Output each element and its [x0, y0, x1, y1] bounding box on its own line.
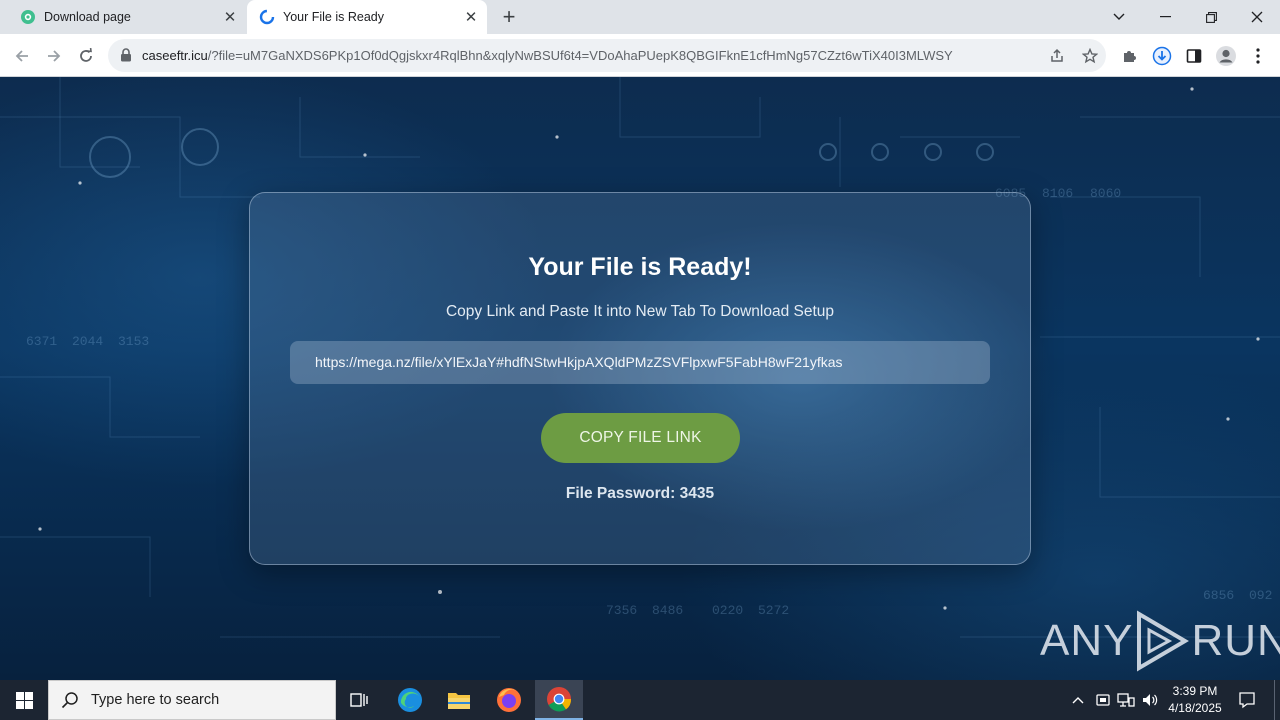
file-link-field[interactable]: https://mega.nz/file/xYlExJaY#hdfNStwHkj…	[290, 341, 990, 384]
tab-title: Your File is Ready	[283, 10, 384, 24]
url-host: caseeftr.icu	[142, 48, 208, 63]
search-icon	[61, 691, 79, 709]
clock-date: 4/18/2025	[1168, 701, 1222, 715]
close-icon[interactable]: ✕	[461, 7, 481, 27]
restore-button[interactable]	[1188, 0, 1234, 34]
download-card: Your File is Ready! Copy Link and Paste …	[249, 192, 1031, 565]
menu-kebab-icon[interactable]	[1243, 41, 1273, 71]
taskbar-clock[interactable]: 3:39 PM 4/18/2025	[1160, 683, 1230, 717]
close-icon[interactable]: ✕	[220, 7, 240, 27]
task-view-button[interactable]	[336, 680, 384, 720]
bg-number: 092	[1249, 588, 1272, 603]
loading-spinner-icon	[259, 9, 275, 25]
globe-icon	[20, 9, 36, 25]
windows-taskbar: Type here to search 3:39 PM 4/18/2025	[0, 680, 1280, 720]
security-shield-icon[interactable]	[1093, 690, 1113, 710]
lock-icon[interactable]	[120, 48, 132, 67]
copy-file-link-button[interactable]: COPY FILE LINK	[541, 413, 740, 463]
reload-button[interactable]	[71, 41, 101, 71]
address-bar[interactable]: caseeftr.icu/?file=uM7GaNXDS6PKp1Of0dQgj…	[108, 39, 1106, 72]
side-panel-icon[interactable]	[1179, 41, 1209, 71]
file-explorer-icon[interactable]	[435, 680, 483, 720]
close-window-button[interactable]	[1234, 0, 1280, 34]
new-tab-button[interactable]: +	[497, 4, 521, 29]
tab-title: Download page	[44, 10, 131, 24]
search-placeholder: Type here to search	[91, 692, 220, 708]
bg-number: 5272	[758, 603, 789, 618]
bg-number: 8106	[1042, 186, 1073, 201]
bookmark-star-icon[interactable]	[1079, 45, 1101, 67]
extensions-puzzle-icon[interactable]	[1115, 41, 1145, 71]
bg-number: 8486	[652, 603, 683, 618]
volume-icon[interactable]	[1140, 690, 1160, 710]
taskbar-search-box[interactable]: Type here to search	[48, 680, 336, 720]
bg-number: 0220	[712, 603, 743, 618]
share-icon[interactable]	[1046, 45, 1068, 67]
back-button[interactable]	[7, 41, 37, 71]
firefox-icon[interactable]	[485, 680, 533, 720]
tab-download-page[interactable]: Download page ✕	[8, 0, 246, 34]
watermark-right: RUN	[1191, 616, 1280, 665]
minimize-button[interactable]	[1142, 0, 1188, 34]
clock-time: 3:39 PM	[1172, 684, 1218, 698]
file-password: File Password: 3435	[250, 485, 1030, 503]
card-title: Your File is Ready!	[528, 253, 752, 281]
start-button[interactable]	[0, 680, 48, 720]
page-content: 6085 8106 8060 7356 8486 0220 5272 6856 …	[0, 77, 1280, 680]
download-icon[interactable]	[1147, 41, 1177, 71]
chrome-icon[interactable]	[535, 680, 583, 720]
tab-your-file-is-ready[interactable]: Your File is Ready ✕	[247, 0, 487, 34]
show-hidden-icons-chevron-icon[interactable]	[1068, 690, 1088, 710]
profile-avatar-icon[interactable]	[1211, 41, 1241, 71]
card-subtitle: Copy Link and Paste It into New Tab To D…	[445, 303, 835, 320]
bg-number: 6856	[1203, 588, 1234, 603]
browser-toolbar: caseeftr.icu/?file=uM7GaNXDS6PKp1Of0dQgj…	[0, 34, 1280, 77]
forward-button[interactable]	[39, 41, 69, 71]
bg-number: 3153	[118, 334, 149, 349]
tab-search-chevron-icon[interactable]	[1096, 0, 1142, 34]
notifications-icon[interactable]	[1237, 690, 1257, 710]
play-triangle-icon	[1137, 610, 1190, 672]
bg-number: 2044	[72, 334, 103, 349]
edge-browser-icon[interactable]	[386, 680, 434, 720]
show-desktop-divider[interactable]	[1274, 680, 1275, 720]
bg-number: 6371	[26, 334, 57, 349]
bg-number: 7356	[606, 603, 637, 618]
password-label: File Password:	[565, 485, 680, 502]
bg-number: 8060	[1090, 186, 1121, 201]
tab-strip: Download page ✕ Your File is Ready ✕ +	[0, 0, 1280, 34]
url-text[interactable]: caseeftr.icu/?file=uM7GaNXDS6PKp1Of0dQgj…	[142, 39, 1042, 72]
password-value: 3435	[679, 485, 715, 502]
url-path: /?file=uM7GaNXDS6PKp1Of0dQgjskxr4RqlBhn&…	[207, 48, 953, 63]
network-icon[interactable]	[1116, 690, 1136, 710]
windows-logo-icon	[15, 691, 33, 709]
anyrun-watermark: ANY RUN	[1040, 607, 1280, 675]
watermark-left: ANY	[1040, 616, 1134, 665]
